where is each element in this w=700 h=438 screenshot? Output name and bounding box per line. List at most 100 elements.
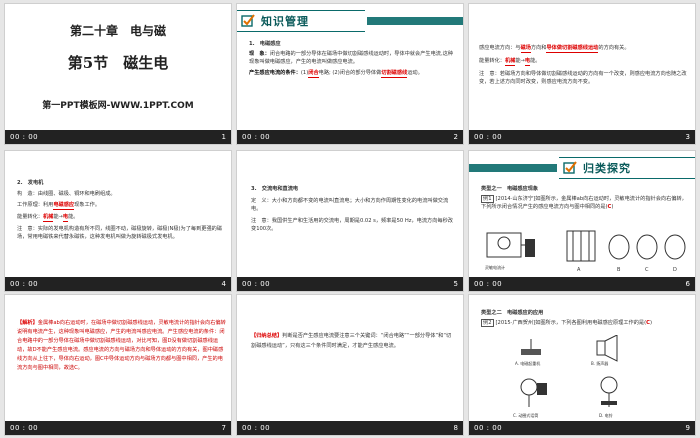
slide-4-number: 4 xyxy=(221,280,226,288)
slide-3-l2-c: 能→ xyxy=(515,58,525,64)
slide-9-figures: A. 电磁起重机 B. 扬声器 C. 动圈式话筒 D. 电铃 xyxy=(513,335,618,418)
slide-4-line-3: 能量转化：机械能→电能。 xyxy=(17,213,225,222)
slide-2-p2-a: (1) xyxy=(300,70,309,76)
slide-1-number: 1 xyxy=(221,133,226,141)
slide-1-chapter: 第二十章 电与磁 xyxy=(69,24,166,38)
slide-3-line-2: 能量转化：机械能→电能。 xyxy=(479,57,689,66)
slide-3-l2-a: 能量转化： xyxy=(479,58,505,64)
slide-6-fig-label: 灵敏电流计 xyxy=(485,264,505,270)
slide-2-p1-label: 现 象： xyxy=(249,51,270,57)
slide-2-p1-text: 闭合电路的一部分导体在磁场中做切割磁感线运动时，导体中就会产生电流,这种现象叫做… xyxy=(249,51,453,65)
slide-thumbnail-5[interactable]: 3. 交流电和直流电 定 义：大小和方向都不变的电流叫直流电；大小和方向作周期性… xyxy=(236,150,464,292)
slide-4-line-2: 工作原理：利用电磁感应现象工作。 xyxy=(17,201,225,210)
slide-5-body: 3. 交流电和直流电 定 义：大小和方向都不变的电流叫直流电；大小和方向作周期性… xyxy=(237,151,463,277)
slide-7-footer: 00 : 00 7 xyxy=(5,421,231,435)
slide-4-answer-induction: 电磁感应 xyxy=(53,202,75,210)
slide-2-answer-cutting: 切割磁感线 xyxy=(381,70,408,78)
slide-2-banner-title: 知识管理 xyxy=(261,15,309,28)
slide-2-time: 00 : 00 xyxy=(242,133,271,141)
galvanometer-icon xyxy=(497,236,511,250)
slide-6-banner: 归类探究 xyxy=(559,157,695,179)
slide-9-caption-d: D. 电铃 xyxy=(599,412,613,418)
slide-3-line-1: 感应电流方向：与磁场方向和导体做切割磁感线运动的方向有关。 xyxy=(479,44,689,53)
slide-7-body: 【解析】金属棒ab向右运动时，在磁场中做切割磁感线运动，灵敏电流计的指针会向右偏… xyxy=(5,295,231,421)
slide-4-content: 2. 发电机 构 造：由线圈、磁极、铜环和电刷组成。 工作原理：利用电磁感应现象… xyxy=(17,179,225,241)
slide-2-body: 知识管理 1. 电磁感应 现 象：闭合电路的一部分导体在磁场中做切割磁感线运动时… xyxy=(237,4,463,130)
slide-4-footer: 00 : 00 4 xyxy=(5,277,231,291)
slide-8-label: 【归纳总结】 xyxy=(251,333,283,339)
slide-3-time: 00 : 00 xyxy=(474,133,503,141)
slide-4-heading: 2. 发电机 xyxy=(17,180,44,186)
slide-thumbnail-9[interactable]: 类型之二 电磁感应的应用 例2 [2015·广西贺州]如图所示，下列各图利用电磁感… xyxy=(468,294,696,436)
slide-1-site: 第一PPT模板网-WWW.1PPT.COM xyxy=(42,101,194,111)
slide-thumbnail-1[interactable]: 第二十章 电与磁 第5节 磁生电 第一PPT模板网-WWW.1PPT.COM 0… xyxy=(4,3,232,145)
slide-2-content: 1. 电磁感应 现 象：闭合电路的一部分导体在磁场中做切割磁感线运动时，导体中就… xyxy=(249,40,457,78)
slide-2-banner: 知识管理 xyxy=(237,10,365,32)
slide-sorter-grid: 第二十章 电与磁 第5节 磁生电 第一PPT模板网-WWW.1PPT.COM 0… xyxy=(0,0,700,438)
slide-7-label: 【解析】 xyxy=(17,320,38,326)
slide-thumbnail-4[interactable]: 2. 发电机 构 造：由线圈、磁极、铜环和电刷组成。 工作原理：利用电磁感应现象… xyxy=(4,150,232,292)
slide-9-time: 00 : 00 xyxy=(474,424,503,432)
slide-9-caption-a: A. 电磁起重机 xyxy=(515,360,540,366)
slide-6-content: 类型之一 电磁感应现象 例1 [2014·山东济宁]如图所示，金属棒ab向右运动时… xyxy=(481,185,691,211)
slide-9-question-tag: 例2 xyxy=(481,319,494,327)
slide-1-time: 00 : 00 xyxy=(10,133,39,141)
slide-6-option-c: C xyxy=(645,267,649,273)
slide-4-l2-c: 现象工作。 xyxy=(74,202,101,208)
slide-2-footer: 00 : 00 2 xyxy=(237,130,463,144)
slide-9-body: 类型之二 电磁感应的应用 例2 [2015·广西贺州]如图所示，下列各图利用电磁感… xyxy=(469,295,695,421)
slide-6-question-text: [2014·山东济宁]如图所示，金属棒ab向右运动时，灵敏电流计的指针会向右偏转… xyxy=(481,196,687,210)
slide-thumbnail-2[interactable]: 知识管理 1. 电磁感应 现 象：闭合电路的一部分导体在磁场中做切割磁感线运动时… xyxy=(236,3,464,145)
slide-3-body: 感应电流方向：与磁场方向和导体做切割磁感线运动的方向有关。 能量转化：机械能→电… xyxy=(469,4,695,130)
slide-6-option-b: B xyxy=(617,267,621,273)
slide-5-heading: 3. 交流电和直流电 xyxy=(251,186,299,192)
slide-2-paragraph-2: 产生感应电流的条件：(1)闭合电路; (2)闭合的部分导体做切割磁感线运动。 xyxy=(249,69,457,78)
slide-2-p2-c: 电路; (2)闭合的部分导体做 xyxy=(318,70,382,76)
slide-3-answer-field: 磁场 xyxy=(520,45,531,53)
slide-4-body: 2. 发电机 构 造：由线圈、磁极、铜环和电刷组成。 工作原理：利用电磁感应现象… xyxy=(5,151,231,277)
slide-3-footer: 00 : 00 3 xyxy=(469,130,695,144)
slide-9-number: 9 xyxy=(685,424,690,432)
slide-8-footer: 00 : 00 8 xyxy=(237,421,463,435)
slide-2-heading: 1. 电磁感应 xyxy=(249,41,281,47)
slide-5-number: 5 xyxy=(453,280,458,288)
slide-1-section: 第5节 磁生电 xyxy=(67,54,169,72)
slide-7-content: 【解析】金属棒ab向右运动时，在磁场中做切割磁感线运动，灵敏电流计的指针会向右偏… xyxy=(17,319,227,373)
slide-6-question-tag: 例1 xyxy=(481,195,494,203)
slide-1-footer: 00 : 00 1 xyxy=(5,130,231,144)
slide-8-number: 8 xyxy=(453,424,458,432)
slide-3-number: 3 xyxy=(685,133,690,141)
slide-4-time: 00 : 00 xyxy=(10,280,39,288)
slide-2-p2-e: 运动。 xyxy=(407,70,423,76)
slide-6-number: 6 xyxy=(685,280,690,288)
slide-1-body: 第二十章 电与磁 第5节 磁生电 第一PPT模板网-WWW.1PPT.COM xyxy=(5,4,231,130)
slide-3-answer-mechanical: 机械 xyxy=(504,58,516,66)
slide-7-time: 00 : 00 xyxy=(10,424,39,432)
slide-4-line-4: 注 意：实际的发电机构造有所不同，线圈不动，磁极旋转，磁极(N极)为了每到更强的… xyxy=(17,226,223,240)
slide-8-body: 【归纳总结】判断是否产生感应电流要注意三个关键词：“闭合电路”“一部分导体”和“… xyxy=(237,295,463,421)
slide-3-l1-e: 的方向有关。 xyxy=(598,45,630,51)
slide-thumbnail-6[interactable]: 归类探究 类型之一 电磁感应现象 例1 [2014·山东济宁]如图所示，金属棒ab… xyxy=(468,150,696,292)
check-icon xyxy=(563,161,577,175)
slide-3-content: 感应电流方向：与磁场方向和导体做切割磁感线运动的方向有关。 能量转化：机械能→电… xyxy=(479,44,689,86)
slide-6-option-d: D xyxy=(673,267,677,273)
slide-9-question-end: ) xyxy=(649,320,652,326)
electromagnet-icon xyxy=(521,349,541,355)
slide-5-line-2: 注 意：我国供生产和生活用的交流电，周期是0.02 s，频率是50 Hz，电流方… xyxy=(251,218,453,232)
slide-8-content: 【归纳总结】判断是否产生感应电流要注意三个关键词：“闭合电路”“一部分导体”和“… xyxy=(251,331,455,351)
slide-2-paragraph-1: 现 象：闭合电路的一部分导体在磁场中做切割磁感线运动时，导体中就会产生电流,这种… xyxy=(249,50,457,66)
slide-thumbnail-8[interactable]: 【归纳总结】判断是否产生感应电流要注意三个关键词：“闭合电路”“一部分导体”和“… xyxy=(236,294,464,436)
slide-9-question-text: [2015·广西贺州]如图所示，下列各图利用电磁感应原理工作的是( xyxy=(495,320,647,326)
slide-9-caption-b: B. 扬声器 xyxy=(591,360,608,366)
slide-thumbnail-7[interactable]: 【解析】金属棒ab向右运动时，在磁场中做切割磁感线运动，灵敏电流计的指针会向右偏… xyxy=(4,294,232,436)
slide-9-type-label: 类型之二 电磁感应的应用 xyxy=(481,310,544,316)
slide-4-l2-a: 工作原理：利用 xyxy=(17,202,54,208)
slide-6-deco-bar xyxy=(469,164,557,172)
slide-5-time: 00 : 00 xyxy=(242,280,271,288)
slide-thumbnail-3[interactable]: 感应电流方向：与磁场方向和导体做切割磁感线运动的方向有关。 能量转化：机械能→电… xyxy=(468,3,696,145)
slide-2-deco-bar xyxy=(367,17,463,25)
slide-6-option-a: A xyxy=(577,267,581,273)
slide-4-l3-a: 能量转化： xyxy=(17,214,43,220)
check-icon xyxy=(241,14,255,28)
slide-5-content: 3. 交流电和直流电 定 义：大小和方向都不变的电流叫直流电；大小和方向作周期性… xyxy=(251,185,455,233)
